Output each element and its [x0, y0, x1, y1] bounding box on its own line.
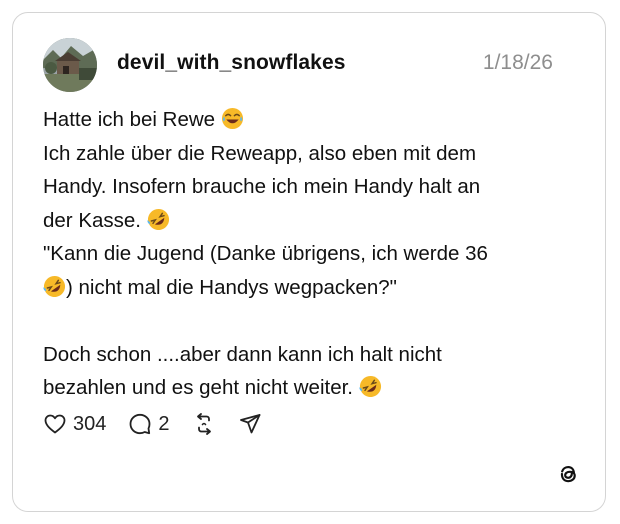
post-line: Handy. Insofern brauche ich mein Handy h…: [43, 170, 583, 204]
share-button[interactable]: [238, 412, 262, 436]
post-line-text: Handy. Insofern brauche ich mein Handy h…: [43, 175, 481, 198]
like-count: 304: [73, 412, 107, 435]
post-line: Hatte ich bei Rewe: [43, 103, 583, 137]
threads-icon[interactable]: [555, 461, 581, 487]
post-line: ) nicht mal die Handys wegpacken?": [43, 271, 583, 305]
post-line: der Kasse.: [43, 204, 583, 238]
like-button[interactable]: 304: [43, 412, 106, 436]
post-line-text: Hatte ich bei Rewe: [43, 108, 216, 131]
repost-icon: [196, 413, 211, 435]
rofl-emoji-icon: [359, 375, 381, 398]
joy-emoji-icon: [221, 107, 243, 130]
post-line-blank: [43, 304, 583, 338]
post-line-text: Doch schon ....aber dann kann ich halt n…: [43, 342, 442, 366]
post-line: bezahlen und es geht nicht weiter.: [43, 371, 583, 405]
action-bar: 304 2: [43, 409, 284, 439]
rofl-emoji-icon: [43, 275, 66, 297]
post-line-text: der Kasse.: [43, 208, 141, 232]
post-line: Ich zahle über die Reweapp, also eben mi…: [43, 137, 583, 171]
username[interactable]: devil_with_snowflakes: [117, 51, 346, 75]
post-line-text: Ich zahle über die Reweapp, also eben mi…: [43, 141, 477, 165]
post-line-text: "Kann die Jugend (Danke übrigens, ich we…: [43, 242, 488, 265]
avatar[interactable]: [43, 38, 97, 92]
share-icon: [239, 414, 260, 434]
post-body: Hatte ich bei Rewe Ich zahle über die Re…: [43, 103, 583, 405]
post-card: devil_with_snowflakes 1/18/26 Hatte ich …: [12, 12, 606, 512]
rofl-emoji-icon: [147, 208, 169, 230]
comment-icon: [129, 413, 151, 435]
reply-button[interactable]: 2: [128, 412, 170, 436]
avatar-image: [43, 38, 97, 92]
post-line-text: ) nicht mal die Handys wegpacken?": [66, 275, 397, 299]
post-line: "Kann die Jugend (Danke übrigens, ich we…: [43, 237, 583, 271]
repost-button[interactable]: [192, 412, 216, 436]
post-line-text: bezahlen und es geht nicht weiter.: [43, 376, 353, 399]
post-line: Doch schon ....aber dann kann ich halt n…: [43, 338, 583, 372]
heart-icon: [44, 414, 66, 434]
reply-count: 2: [158, 412, 170, 435]
post-date: 1/18/26: [482, 51, 553, 74]
